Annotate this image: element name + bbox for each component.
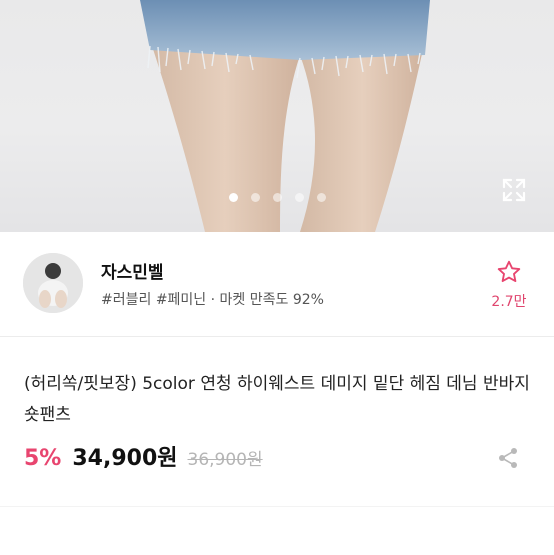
next-section <box>0 506 554 555</box>
seller-section <box>0 232 554 337</box>
carousel-dot[interactable] <box>294 193 304 202</box>
seller-tags: #러블리 #페미닌 · 마켓 만족도 92% <box>101 292 324 308</box>
price-row: 5% 34,900원 36,900원 <box>24 440 263 471</box>
favorite-count: 2.7만 <box>491 294 527 310</box>
expand-icon[interactable] <box>500 176 528 204</box>
original-price: 36,900원 <box>187 450 263 470</box>
carousel-indicator <box>0 193 554 202</box>
share-icon[interactable] <box>496 446 520 470</box>
product-image[interactable] <box>0 0 554 232</box>
carousel-dot[interactable] <box>228 193 238 202</box>
discount-rate: 5% <box>24 446 62 471</box>
sale-price: 34,900원 <box>72 446 178 471</box>
carousel-dot[interactable] <box>272 193 282 202</box>
star-icon <box>496 260 522 289</box>
seller-avatar[interactable] <box>23 253 83 313</box>
carousel-dot[interactable] <box>316 193 326 202</box>
carousel-dot[interactable] <box>250 193 260 202</box>
product-title: (허리쏙/핏보장) 5color 연청 하이웨스트 데미지 밑단 헤짐 데님 반… <box>24 374 530 425</box>
seller-name[interactable]: 자스민벨 <box>101 258 164 283</box>
favorite-button[interactable]: 2.7만 <box>484 259 534 311</box>
